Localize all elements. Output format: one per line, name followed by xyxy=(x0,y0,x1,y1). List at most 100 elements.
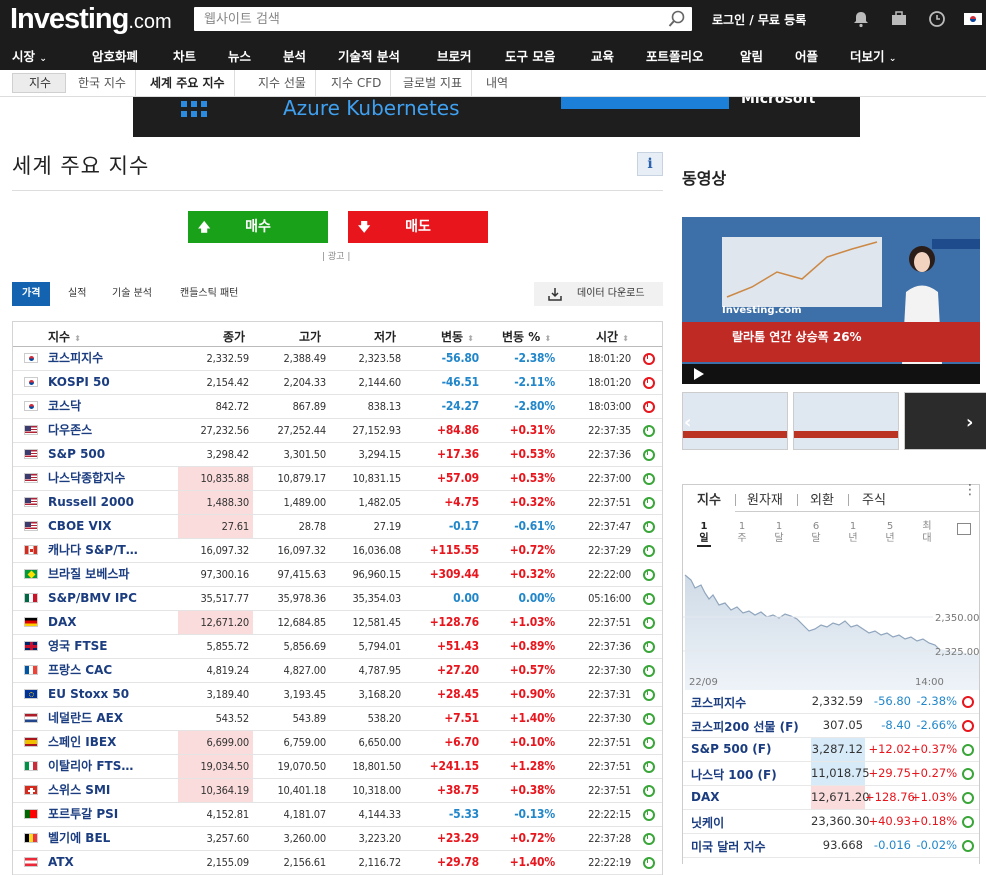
tab-candlestick[interactable]: 캔들스틱 패턴 xyxy=(170,282,248,306)
table-row[interactable]: 스위스 SMI 10,364.19 10,401.18 10,318.00 +38.75… xyxy=(13,779,662,803)
table-row[interactable]: 코스닥 842.72 867.89 838.13 -24.27 -2.80% 18:03:0… xyxy=(13,395,662,419)
table-row[interactable]: 네덜란드 AEX 543.52 543.89 538.20 +7.51 +1.40% 22:… xyxy=(13,707,662,731)
table-row[interactable]: DAX 12,671.20 12,684.85 12,581.45 +128.76 +1.… xyxy=(13,611,662,635)
table-row[interactable]: 이탈리아 FTS… 19,034.50 19,070.50 18,801.50 +241… xyxy=(13,755,662,779)
tab-history[interactable]: 내역 xyxy=(477,70,517,97)
nav-crypto[interactable]: 암호화폐 xyxy=(92,46,138,65)
period-option[interactable]: 1달 xyxy=(772,521,786,545)
col-change[interactable]: 변동 ⬍ xyxy=(441,328,474,345)
index-name-link[interactable]: 프랑스 CAC xyxy=(48,659,112,682)
video-thumbnail[interactable] xyxy=(793,392,899,450)
expand-icon[interactable] xyxy=(957,523,971,535)
tab-performance[interactable]: 실적 xyxy=(58,282,96,306)
index-name-link[interactable]: S&P/BMV IPC xyxy=(48,587,137,610)
table-row[interactable]: Russell 2000 1,488.30 1,489.00 1,482.05 +4.7… xyxy=(13,491,662,515)
index-name-link[interactable]: 스페인 IBEX xyxy=(48,731,116,754)
play-icon[interactable] xyxy=(694,368,704,380)
nav-education[interactable]: 교육 xyxy=(591,46,614,65)
index-name-link[interactable]: EU Stoxx 50 xyxy=(48,683,129,706)
widget-quote-row[interactable]: 닛케이 23,360.30 +40.93 +0.18% xyxy=(683,810,979,834)
period-option[interactable]: 6달 xyxy=(809,521,823,545)
nav-news[interactable]: 뉴스 xyxy=(228,46,251,65)
buy-button[interactable]: 🡅 매수 xyxy=(188,211,328,243)
video-player[interactable]: Investing.com 랄라툼 연간 상승폭 26% xyxy=(682,217,980,384)
bell-icon[interactable] xyxy=(852,10,870,28)
nav-tools[interactable]: 도구 모음 xyxy=(505,46,555,65)
nav-more[interactable]: 더보기 ⌄ xyxy=(850,46,896,65)
period-option[interactable]: 5년 xyxy=(883,521,897,545)
table-row[interactable]: EU Stoxx 50 3,189.40 3,193.45 3,168.20 +28.4… xyxy=(13,683,662,707)
table-row[interactable]: 포르투갈 PSI 4,152.81 4,181.07 4,144.33 -5.33 -0.… xyxy=(13,803,662,827)
table-row[interactable]: 다우존스 27,232.56 27,252.44 27,152.93 +84.86 +0.… xyxy=(13,419,662,443)
table-row[interactable]: S&P/BMV IPC 35,517.77 35,978.36 35,354.03 0.… xyxy=(13,587,662,611)
more-options-icon[interactable]: ⋮ xyxy=(963,483,977,497)
tab-technical[interactable]: 기술 분석 xyxy=(102,282,162,306)
col-index[interactable]: 지수 ⬍ xyxy=(48,328,81,345)
download-data-button[interactable]: 데이터 다운로드 xyxy=(534,282,663,306)
index-name-link[interactable]: 네덜란드 AEX xyxy=(48,707,123,730)
widget-tab-commodities[interactable]: 원자재 xyxy=(747,489,783,508)
index-name-link[interactable]: ATX xyxy=(48,851,74,874)
table-row[interactable]: CBOE VIX 27.61 28.78 27.19 -0.17 -0.61% 22:37:… xyxy=(13,515,662,539)
table-row[interactable]: 코스피지수 2,332.59 2,388.49 2,323.58 -56.80 -2.38… xyxy=(13,347,662,371)
quote-name-link[interactable]: 닛케이 xyxy=(691,814,724,831)
quote-name-link[interactable]: 코스피지수 xyxy=(691,694,746,711)
index-name-link[interactable]: 나스닥종합지수 xyxy=(48,467,125,490)
nav-portfolio[interactable]: 포트폴리오 xyxy=(646,46,704,65)
widget-tab-indices[interactable]: 지수 xyxy=(697,489,721,508)
table-row[interactable]: 브라질 보베스파 97,300.16 97,415.63 96,960.15 +309.… xyxy=(13,563,662,587)
tab-korea-indices[interactable]: 한국 지수 xyxy=(69,70,136,97)
nav-apps[interactable]: 어플 xyxy=(795,46,818,65)
banner-cta[interactable] xyxy=(561,97,729,109)
index-name-link[interactable]: S&P 500 xyxy=(48,443,105,466)
index-name-link[interactable]: 코스피지수 xyxy=(48,347,103,370)
widget-quote-row[interactable]: 코스피200 선물 (F) 307.05 -8.40 -2.66% xyxy=(683,714,979,738)
korea-flag-icon[interactable] xyxy=(964,12,982,26)
tab-global-indicators[interactable]: 글로벌 지표 xyxy=(394,70,473,97)
widget-quote-row[interactable]: S&P 500 (F) 3,287.12 +12.02 +0.37% xyxy=(683,738,979,762)
col-high[interactable]: 고가 xyxy=(299,328,321,345)
table-row[interactable]: 영국 FTSE 5,855.72 5,856.69 5,794.01 +51.43 +0.… xyxy=(13,635,662,659)
col-change-pct[interactable]: 변동 % ⬍ xyxy=(502,328,551,345)
quote-name-link[interactable]: 나스닥 100 (F) xyxy=(691,766,777,783)
widget-quote-row[interactable]: 코스피지수 2,332.59 -56.80 -2.38% xyxy=(683,690,979,714)
widget-quote-row[interactable]: 미국 달러 지수 93.668 -0.016 -0.02% xyxy=(683,834,979,858)
table-row[interactable]: ATX 2,155.09 2,156.61 2,116.72 +29.78 +1.40% 2… xyxy=(13,851,662,875)
investing-logo[interactable]: Investing.com xyxy=(10,2,172,39)
table-row[interactable]: 나스닥종합지수 10,835.88 10,879.17 10,831.15 +57.09… xyxy=(13,467,662,491)
index-name-link[interactable]: Russell 2000 xyxy=(48,491,134,514)
info-icon[interactable]: i xyxy=(637,152,663,176)
signup-link[interactable]: 무료 등록 xyxy=(758,13,806,27)
index-name-link[interactable]: 이탈리아 FTS… xyxy=(48,755,133,778)
login-link[interactable]: 로그인 xyxy=(712,13,745,27)
tab-major-indices[interactable]: 세계 주요 지수 xyxy=(141,70,235,97)
nav-markets[interactable]: 시장 ⌄ xyxy=(12,46,47,65)
search-input[interactable] xyxy=(194,7,654,31)
nav-alerts[interactable]: 알림 xyxy=(740,46,763,65)
period-option[interactable]: 1년 xyxy=(846,521,860,545)
index-name-link[interactable]: 영국 FTSE xyxy=(48,635,107,658)
nav-analysis[interactable]: 분석 xyxy=(283,46,306,65)
index-name-link[interactable]: KOSPI 50 xyxy=(48,371,110,394)
table-row[interactable]: 벨기에 BEL 3,257.60 3,260.00 3,223.20 +23.29 +0.… xyxy=(13,827,662,851)
period-option[interactable]: 1일 xyxy=(697,521,711,547)
tab-index-cfd[interactable]: 지수 CFD xyxy=(322,70,392,97)
ad-banner[interactable]: Azure Kubernetes Microsoft xyxy=(133,97,860,137)
index-name-link[interactable]: 벨기에 BEL xyxy=(48,827,110,850)
index-name-link[interactable]: 코스닥 xyxy=(48,395,81,418)
table-row[interactable]: KOSPI 50 2,154.42 2,204.33 2,144.60 -46.51 -2… xyxy=(13,371,662,395)
widget-quote-row[interactable]: 나스닥 100 (F) 11,018.75 +29.75 +0.27% xyxy=(683,762,979,786)
col-last[interactable]: 종가 xyxy=(223,328,245,345)
table-row[interactable]: 캐나다 S&P/T… 16,097.32 16,097.32 16,036.08 +11… xyxy=(13,539,662,563)
index-name-link[interactable]: DAX xyxy=(48,611,77,634)
table-row[interactable]: S&P 500 3,298.42 3,301.50 3,294.15 +17.36 +0.… xyxy=(13,443,662,467)
widget-tab-stocks[interactable]: 주식 xyxy=(862,489,886,508)
breadcrumb[interactable]: 지수 xyxy=(12,73,67,93)
col-time[interactable]: 시간 ⬍ xyxy=(596,328,629,345)
nav-charts[interactable]: 차트 xyxy=(173,46,196,65)
sell-button[interactable]: 🡇 매도 xyxy=(348,211,488,243)
index-name-link[interactable]: 포르투갈 PSI xyxy=(48,803,118,826)
index-name-link[interactable]: 스위스 SMI xyxy=(48,779,110,802)
nav-brokers[interactable]: 브로커 xyxy=(437,46,472,65)
table-row[interactable]: 프랑스 CAC 4,819.24 4,827.00 4,787.95 +27.20 +0.… xyxy=(13,659,662,683)
